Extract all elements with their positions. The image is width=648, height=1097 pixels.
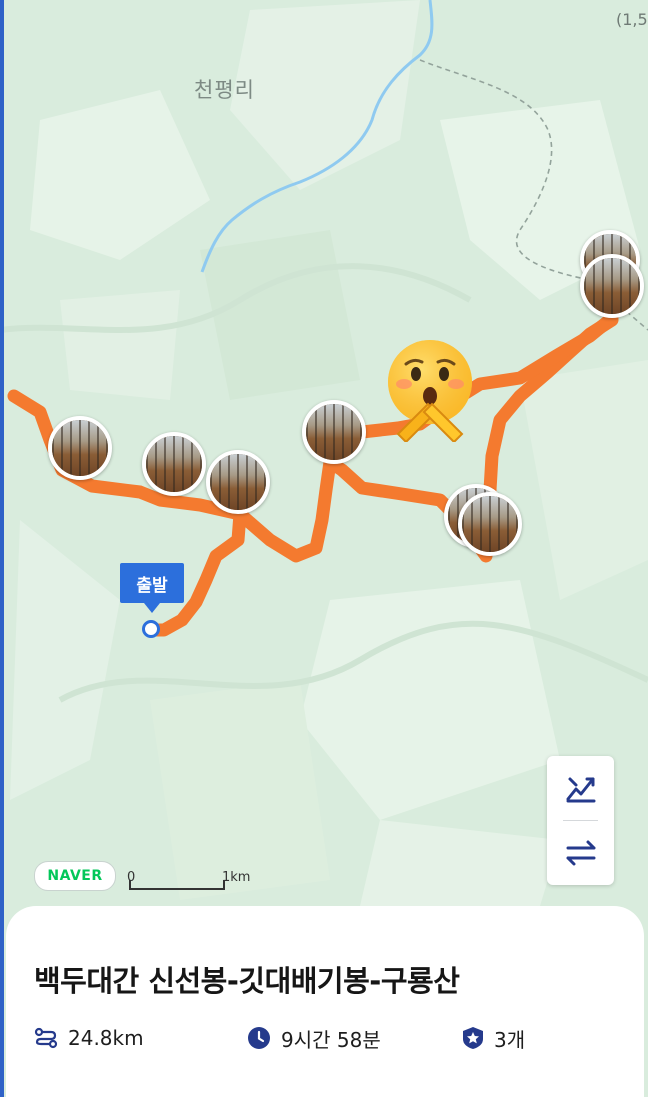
distance-stat: 24.8km (34, 1023, 144, 1053)
course-title: 백두대간 신선봉-깃대배기봉-구룡산 (34, 964, 460, 998)
altitude-toggle-button[interactable] (547, 756, 614, 820)
route-distance-icon (34, 1027, 58, 1049)
swap-direction-button[interactable] (547, 821, 614, 885)
photo-marker-2[interactable] (142, 432, 206, 496)
swap-direction-icon (566, 840, 595, 866)
photo-marker-8[interactable] (580, 254, 644, 318)
photo-marker-1[interactable] (48, 416, 112, 480)
scale-distance: 1km (222, 870, 251, 885)
map-controls (547, 756, 614, 885)
badge-count: 3개 (494, 1027, 526, 1052)
clock-icon (248, 1027, 270, 1049)
altitude-toggle-icon (566, 777, 595, 803)
photo-marker-4[interactable] (302, 400, 366, 464)
course-info-sheet[interactable]: 백두대간 신선봉-깃대배기봉-구룡산 24.8km 9시간 58분 3개 (6, 906, 644, 1097)
photo-marker-6[interactable] (458, 492, 522, 556)
start-marker-label: 출발 (136, 575, 168, 596)
photo-marker-3[interactable] (206, 450, 270, 514)
duration-value: 9시간 58분 (281, 1027, 381, 1052)
duration-stat: 9시간 58분 (247, 1023, 381, 1053)
badge-star-icon (463, 1027, 483, 1049)
screen-edge (0, 0, 4, 1097)
shocked-emoji-icon (388, 340, 472, 442)
badge-stat: 3개 (462, 1023, 525, 1053)
place-label: 천평리 (194, 78, 255, 102)
distance-value: 24.8km (68, 1026, 144, 1050)
naver-logo: NAVER (34, 861, 116, 891)
start-point (142, 620, 160, 638)
map-scale: 0 1km (127, 870, 287, 894)
start-marker[interactable]: 출발 (120, 563, 184, 613)
elevation-label: (1,5 (616, 10, 648, 29)
